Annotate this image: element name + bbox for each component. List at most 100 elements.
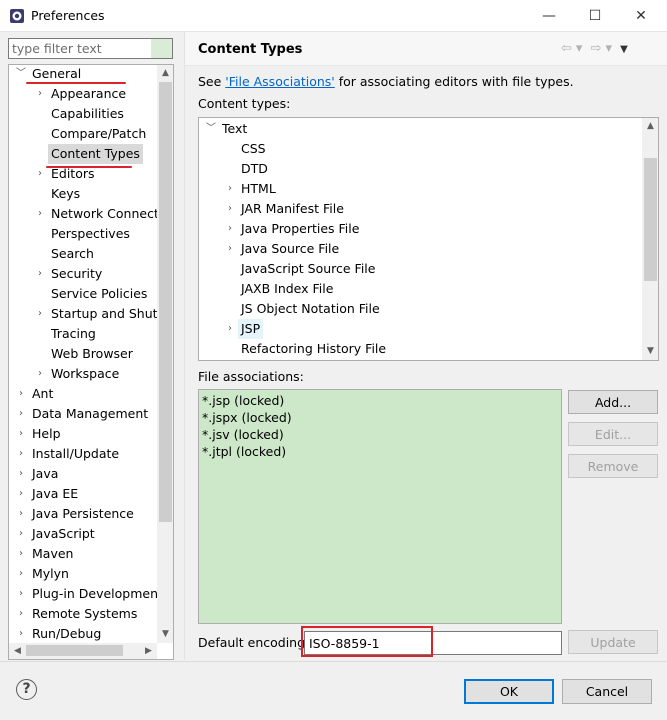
collapsed-chevron-icon[interactable]: › xyxy=(15,504,27,524)
tree-item[interactable]: › Data Management xyxy=(9,404,173,424)
tree-item[interactable]: › Run/Debug xyxy=(9,624,173,644)
forward-arrow-icon[interactable]: ⇨ xyxy=(591,41,602,56)
collapsed-chevron-icon[interactable]: › xyxy=(34,264,46,284)
tree-item[interactable]: › JavaScript xyxy=(9,524,173,544)
scroll-thumb[interactable] xyxy=(644,158,657,281)
tree-item[interactable]: › Install/Update xyxy=(9,444,173,464)
collapsed-chevron-icon[interactable]: › xyxy=(15,384,27,404)
tree-item[interactable]: › Network Connectio xyxy=(9,204,173,224)
collapsed-chevron-icon[interactable]: › xyxy=(15,524,27,544)
collapsed-chevron-icon[interactable]: › xyxy=(224,319,236,339)
collapsed-chevron-icon[interactable]: › xyxy=(34,364,46,384)
remove-button[interactable]: Remove xyxy=(568,454,658,478)
tree-item[interactable]: DTD xyxy=(199,159,658,179)
tree-item[interactable]: ﹀ Text xyxy=(199,119,658,139)
tree-item[interactable]: Search xyxy=(9,244,173,264)
filter-clear-icon[interactable] xyxy=(151,39,172,58)
tree-item[interactable]: › Help xyxy=(9,424,173,444)
collapsed-chevron-icon[interactable]: › xyxy=(34,164,46,184)
tree-item[interactable]: › Mylyn xyxy=(9,564,173,584)
collapsed-chevron-icon[interactable]: › xyxy=(34,304,46,324)
tree-item[interactable]: › Startup and Shutd xyxy=(9,304,173,324)
collapsed-chevron-icon[interactable]: › xyxy=(15,564,27,584)
tree-item[interactable]: Keys xyxy=(9,184,173,204)
back-dropdown-icon[interactable]: ▾ xyxy=(576,41,583,56)
tree-item[interactable]: ﹀ General xyxy=(9,65,173,84)
scroll-down-icon[interactable]: ▼ xyxy=(157,626,173,643)
panel-divider[interactable] xyxy=(184,32,185,660)
tree-item[interactable]: Perspectives xyxy=(9,224,173,244)
collapsed-chevron-icon[interactable]: › xyxy=(15,464,27,484)
tree-item[interactable]: › Appearance xyxy=(9,84,173,104)
collapsed-chevron-icon[interactable]: › xyxy=(15,444,27,464)
file-associations-link[interactable]: 'File Associations' xyxy=(225,74,334,89)
tree-item[interactable]: › Java Persistence xyxy=(9,504,173,524)
filter-input[interactable] xyxy=(8,38,173,59)
list-item[interactable]: *.jspx (locked) xyxy=(202,409,558,426)
tree-item[interactable]: › Plug-in Development xyxy=(9,584,173,604)
scroll-left-icon[interactable]: ◀ xyxy=(9,643,26,659)
help-icon[interactable]: ? xyxy=(16,679,37,700)
tree-item[interactable]: › JAR Manifest File xyxy=(199,199,658,219)
tree-item[interactable]: Web Browser xyxy=(9,344,173,364)
cancel-button[interactable]: Cancel xyxy=(562,679,652,704)
collapsed-chevron-icon[interactable]: › xyxy=(15,584,27,604)
forward-dropdown-icon[interactable]: ▾ xyxy=(605,41,612,56)
tree-item[interactable]: JavaScript Source File xyxy=(199,259,658,279)
tree-item[interactable]: Capabilities xyxy=(9,104,173,124)
expanded-chevron-icon[interactable]: ﹀ xyxy=(205,119,217,139)
scroll-thumb[interactable] xyxy=(159,82,172,522)
collapsed-chevron-icon[interactable]: › xyxy=(15,604,27,624)
collapsed-chevron-icon[interactable]: › xyxy=(224,179,236,199)
collapsed-chevron-icon[interactable]: › xyxy=(34,84,46,104)
collapsed-chevron-icon[interactable]: › xyxy=(224,219,236,239)
tree-item[interactable]: › Workspace xyxy=(9,364,173,384)
back-arrow-icon[interactable]: ⇦ xyxy=(561,41,572,56)
collapsed-chevron-icon[interactable]: › xyxy=(15,544,27,564)
tree-item[interactable]: › Java Properties File xyxy=(199,219,658,239)
tree-item[interactable]: › Security xyxy=(9,264,173,284)
collapsed-chevron-icon[interactable]: › xyxy=(34,204,46,224)
add-button[interactable]: Add... xyxy=(568,390,658,414)
tree-item[interactable]: JS Object Notation File xyxy=(199,299,658,319)
view-menu-icon[interactable]: ▼ xyxy=(620,44,628,55)
tree-item[interactable]: Service Policies xyxy=(9,284,173,304)
tree-item[interactable]: Content Types xyxy=(9,144,173,164)
default-encoding-input[interactable] xyxy=(304,631,562,655)
collapsed-chevron-icon[interactable]: › xyxy=(15,404,27,424)
scroll-up-icon[interactable]: ▲ xyxy=(157,65,173,82)
ok-button[interactable]: OK xyxy=(464,679,554,704)
tree-vertical-scrollbar[interactable]: ▲ ▼ xyxy=(157,65,173,643)
hscroll-thumb[interactable] xyxy=(26,645,123,656)
edit-button[interactable]: Edit... xyxy=(568,422,658,446)
tree-item[interactable]: › Java EE xyxy=(9,484,173,504)
tree-item[interactable]: › Remote Systems xyxy=(9,604,173,624)
tree-item[interactable]: › Maven xyxy=(9,544,173,564)
scroll-right-icon[interactable]: ▶ xyxy=(140,643,157,659)
tree-item[interactable]: Compare/Patch xyxy=(9,124,173,144)
collapsed-chevron-icon[interactable]: › xyxy=(15,624,27,644)
list-item[interactable]: *.jsv (locked) xyxy=(202,426,558,443)
minimize-button[interactable]: — xyxy=(526,0,572,32)
tree-item[interactable]: CSS xyxy=(199,139,658,159)
collapsed-chevron-icon[interactable]: › xyxy=(15,424,27,444)
expanded-chevron-icon[interactable]: ﹀ xyxy=(15,65,27,84)
scroll-up-icon[interactable]: ▲ xyxy=(642,118,658,135)
tree-item[interactable]: › JSP xyxy=(199,319,658,339)
tree-item[interactable]: › Java Source File xyxy=(199,239,658,259)
list-item[interactable]: *.jsp (locked) xyxy=(202,392,558,409)
collapsed-chevron-icon[interactable]: › xyxy=(224,199,236,219)
maximize-button[interactable]: ☐ xyxy=(572,0,618,32)
tree-item[interactable]: › Java xyxy=(9,464,173,484)
list-item[interactable]: *.jtpl (locked) xyxy=(202,443,558,460)
close-button[interactable]: ✕ xyxy=(618,0,664,32)
tree-item[interactable]: JAXB Index File xyxy=(199,279,658,299)
scroll-down-icon[interactable]: ▼ xyxy=(642,343,658,360)
tree-item[interactable]: Tracing xyxy=(9,324,173,344)
content-types-scrollbar[interactable]: ▲ ▼ xyxy=(642,118,658,360)
tree-item[interactable]: › HTML xyxy=(199,179,658,199)
collapsed-chevron-icon[interactable]: › xyxy=(224,239,236,259)
tree-item[interactable]: Refactoring History File xyxy=(199,339,658,359)
update-button[interactable]: Update xyxy=(568,630,658,654)
tree-horizontal-scrollbar[interactable]: ◀ ▶ xyxy=(9,643,157,659)
